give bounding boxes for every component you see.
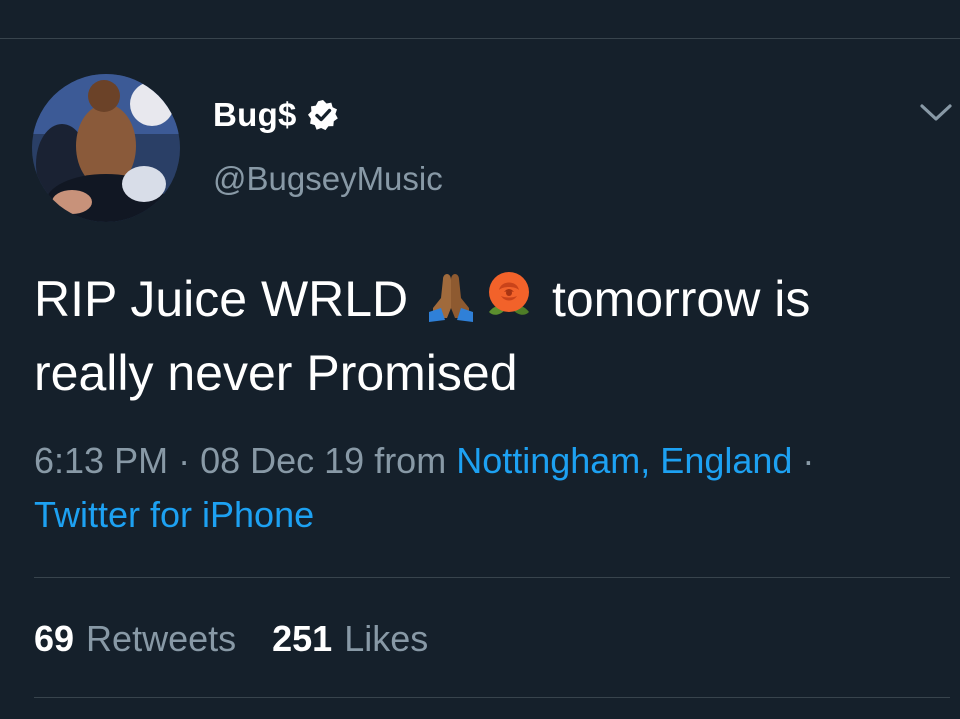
user-handle[interactable]: @BugseyMusic (213, 160, 443, 198)
meta-separator-2: · (792, 440, 815, 481)
source-link[interactable]: Twitter for iPhone (34, 494, 314, 535)
likes-stat[interactable]: 251 Likes (272, 614, 428, 664)
tweet-text-part1: RIP Juice WRLD (34, 271, 423, 327)
stats-divider-bottom (34, 697, 950, 698)
display-name-row[interactable]: Bug$ (213, 92, 339, 138)
top-divider (0, 38, 960, 39)
tweet-text: RIP Juice WRLD tomorrow is really never … (34, 262, 934, 410)
tweet-meta: 6:13 PM · 08 Dec 19 from Nottingham, Eng… (34, 434, 954, 542)
stats-divider-top (34, 577, 950, 578)
folded-hands-icon (423, 268, 479, 324)
likes-count: 251 (272, 618, 333, 659)
rose-icon (481, 268, 537, 324)
avatar[interactable] (32, 74, 180, 222)
tweet-date[interactable]: 08 Dec 19 (200, 440, 364, 481)
verified-badge-icon (307, 99, 339, 131)
meta-separator: · (168, 440, 201, 481)
avatar-image (32, 74, 180, 222)
tweet-time[interactable]: 6:13 PM (34, 440, 168, 481)
retweets-label: Retweets (86, 618, 237, 659)
location-link[interactable]: Nottingham, England (456, 440, 792, 481)
likes-label: Likes (344, 618, 429, 659)
tweet-detail-page: Bug$ @BugseyMusic RIP Juice WRLD tomorro… (0, 0, 960, 719)
display-name[interactable]: Bug$ (213, 96, 297, 134)
retweets-count: 69 (34, 618, 75, 659)
from-label: from (364, 440, 457, 481)
retweets-stat[interactable]: 69 Retweets (34, 614, 236, 664)
tweet-stats: 69 Retweets 251 Likes (34, 614, 428, 664)
chevron-down-icon[interactable] (918, 100, 954, 126)
